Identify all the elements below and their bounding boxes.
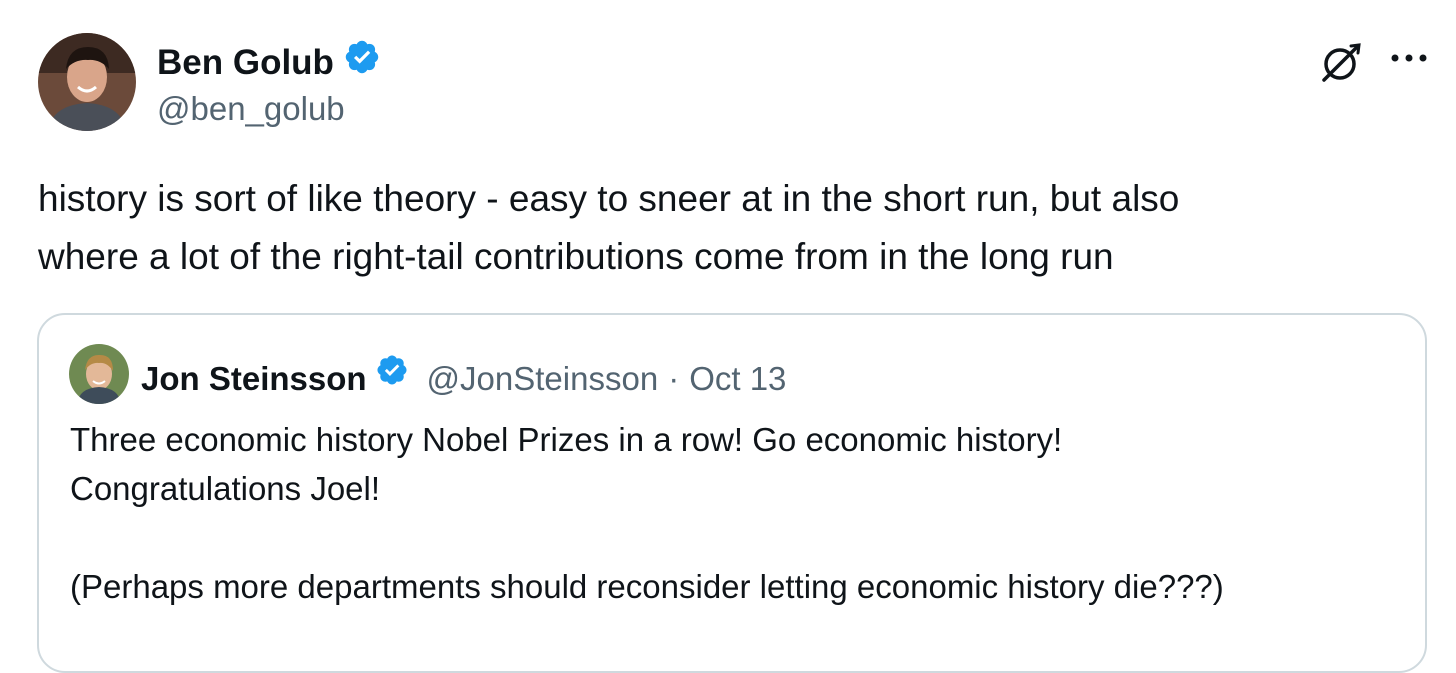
author-handle[interactable]: @ben_golub	[157, 88, 345, 130]
quoted-tweet-date[interactable]: Oct 13	[689, 357, 786, 401]
author-name[interactable]: Ben Golub	[157, 38, 381, 87]
quoted-author-name[interactable]: Jon Steinsson	[141, 357, 367, 401]
tweet-text: history is sort of like theory - easy to…	[38, 178, 1180, 277]
verified-badge-icon	[343, 38, 381, 87]
quoted-author-handle[interactable]: @JonSteinsson	[427, 357, 659, 401]
person-avatar-icon	[69, 344, 129, 404]
avatar[interactable]	[38, 33, 136, 131]
quoted-tweet-header: Jon Steinsson @JonSteinsson · Oct 13	[141, 353, 786, 405]
verified-badge-icon	[375, 353, 409, 405]
author-name-text[interactable]: Ben Golub	[157, 41, 334, 85]
person-avatar-icon	[38, 33, 136, 131]
grok-logo-icon[interactable]	[1318, 40, 1366, 84]
quoted-avatar[interactable]	[69, 344, 129, 404]
more-options-icon[interactable]	[1386, 46, 1436, 70]
tweet-card: Ben Golub @ben_golub history is sort of …	[0, 0, 1456, 673]
separator-dot: ·	[668, 360, 680, 397]
quoted-tweet-text: Three economic history Nobel Prizes in a…	[70, 421, 1224, 605]
quoted-tweet[interactable]: Jon Steinsson @JonSteinsson · Oct 13 Thr…	[37, 313, 1427, 673]
